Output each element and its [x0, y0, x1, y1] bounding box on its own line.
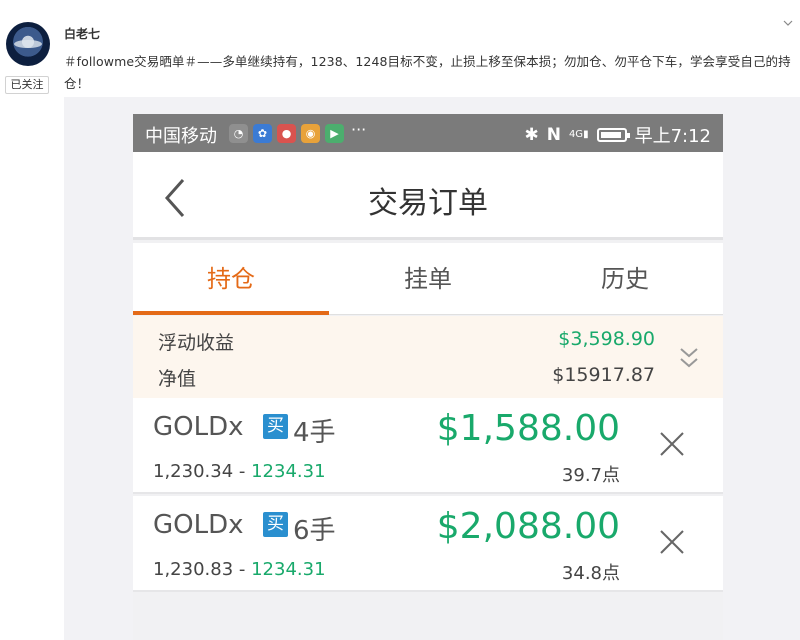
- username[interactable]: 白老七: [64, 25, 100, 42]
- floating-pnl-label: 浮动收益: [158, 332, 235, 354]
- tab-pending[interactable]: 挂单: [330, 243, 526, 315]
- order-price-range: 1,230.34 - 1234.31: [153, 461, 326, 482]
- speed-icon: ◔: [229, 124, 248, 143]
- weibo-icon: ◉: [301, 124, 320, 143]
- price-separator: -: [233, 559, 252, 580]
- more-notifications: ···: [351, 120, 367, 139]
- close-icon[interactable]: [659, 431, 685, 457]
- clock: 早上7:12: [634, 126, 711, 147]
- post-text: ＃followme交易晒单＃——多单继续持有，1238、1248目标不变，止损上…: [64, 54, 791, 91]
- phone-screenshot: 中国移动 ◔ ✿ ● ◉ ▶ ··· ✱ N 4G▮ 早上7:12 交易订单 持…: [133, 114, 723, 640]
- equity-label: 净值: [158, 368, 197, 390]
- price-separator: -: [233, 461, 252, 482]
- open-price: 1,230.83: [153, 559, 234, 580]
- status-bar: 中国移动 ◔ ✿ ● ◉ ▶ ··· ✱ N 4G▮ 早上7:12: [133, 114, 723, 152]
- double-chevron-down-icon[interactable]: [678, 344, 700, 372]
- order-lots: 4手: [293, 418, 336, 448]
- battery-icon: [596, 128, 630, 142]
- order-profit: $1,588.00: [436, 408, 620, 449]
- notification-icons: ◔ ✿ ● ◉ ▶: [229, 124, 344, 143]
- follow-button[interactable]: 已关注: [5, 76, 49, 94]
- app-icon: ▶: [325, 124, 344, 143]
- baidu-icon: ✿: [253, 124, 272, 143]
- tab-history[interactable]: 历史: [527, 243, 723, 315]
- nfc-icon: N: [546, 125, 561, 145]
- equity-value: $15917.87: [552, 364, 655, 386]
- order-profit: $2,088.00: [436, 506, 620, 547]
- order-symbol: GOLDx: [153, 412, 244, 442]
- order-lots: 6手: [293, 516, 336, 546]
- order-points: 39.7点: [561, 465, 620, 486]
- tab-bar: 持仓 挂单 历史: [133, 243, 723, 315]
- active-tab-indicator: [133, 311, 329, 315]
- signal-icon: 4G▮: [568, 129, 589, 140]
- bluetooth-icon: ✱: [524, 125, 539, 145]
- order-price-range: 1,230.83 - 1234.31: [153, 559, 326, 580]
- current-price: 1234.31: [251, 559, 326, 580]
- buy-badge: 买: [263, 414, 288, 439]
- buy-badge: 买: [263, 512, 288, 537]
- page-title: 交易订单: [368, 186, 488, 221]
- floating-pnl-value: $3,598.90: [558, 328, 655, 350]
- chevron-down-icon[interactable]: [783, 18, 793, 28]
- open-price: 1,230.34: [153, 461, 234, 482]
- order-row[interactable]: GOLDx 买 4手 1,230.34 - 1234.31 $1,588.00 …: [133, 398, 723, 494]
- network-type: 4G: [568, 129, 584, 140]
- order-points: 34.8点: [561, 563, 620, 584]
- carrier-name: 中国移动: [145, 126, 217, 147]
- order-row[interactable]: GOLDx 买 6手 1,230.83 - 1234.31 $2,088.00 …: [133, 496, 723, 592]
- tab-positions[interactable]: 持仓: [133, 243, 329, 315]
- header: 交易订单: [133, 152, 723, 240]
- order-symbol: GOLDx: [153, 510, 244, 540]
- close-icon[interactable]: [659, 529, 685, 555]
- current-price: 1234.31: [251, 461, 326, 482]
- account-summary: 浮动收益 $3,598.90 净值 $15917.87: [133, 316, 723, 398]
- map-pin-icon: ●: [277, 124, 296, 143]
- user-avatar[interactable]: [6, 22, 50, 66]
